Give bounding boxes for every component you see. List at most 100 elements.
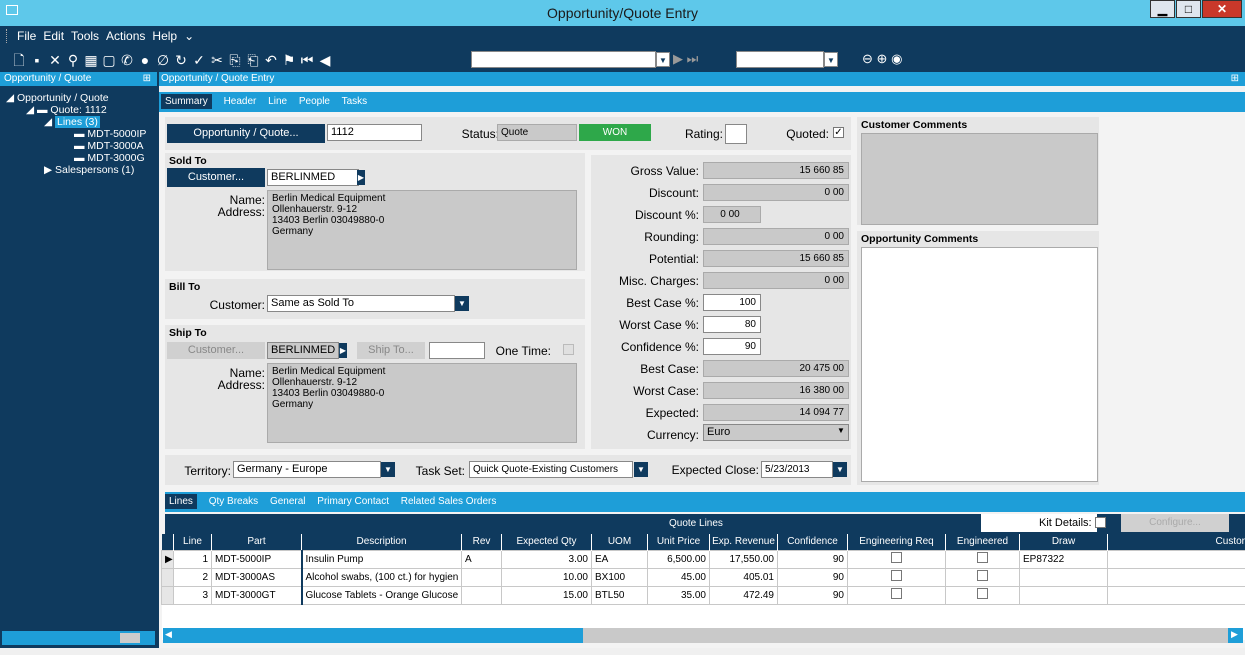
tab-primary-contact[interactable]: Primary Contact [317,496,389,507]
cell-line[interactable]: 3 [173,585,212,605]
kit-details-checkbox[interactable] [1095,517,1106,528]
currency-dropdown[interactable]: ▼ [824,52,838,67]
undo-icon[interactable]: ↶ [262,52,280,69]
minimize-button[interactable]: ▁ [1150,0,1175,18]
col-part[interactable]: Part [211,534,302,550]
sold-to-customer-field[interactable]: BERLINMED [267,169,359,186]
bill-to-dropdown[interactable]: ▼ [455,296,469,311]
currency-select[interactable]: Euro [703,424,849,441]
back-icon[interactable]: ⊖ [862,51,873,66]
tab-header[interactable]: Header [224,96,257,107]
menu-file[interactable]: File [17,29,36,43]
cell-rev[interactable] [461,567,502,587]
col-engineering-req[interactable]: Engineering Req [847,534,946,550]
row-indicator[interactable]: ▶ [161,549,174,569]
tree-line-item[interactable]: ▬ MDT-5000IP [6,128,156,140]
tab-related-sales-orders[interactable]: Related Sales Orders [401,496,497,507]
record-number-field[interactable]: 1112 [471,51,656,68]
tab-summary[interactable]: Summary [161,94,212,109]
ship-to-field[interactable] [429,342,485,359]
last-record-icon[interactable]: ⏭ [687,51,699,66]
cell-description[interactable]: Alcohol swabs, (100 ct.) for hygien [300,567,462,587]
ship-to-customer-button[interactable]: Customer... [167,342,265,359]
cell-customer[interactable] [1107,549,1245,569]
phone-icon[interactable]: ✆ [118,52,136,69]
cell-part[interactable]: MDT-3000GT [211,585,302,605]
row-indicator[interactable] [161,585,174,605]
opportunity-comments-box[interactable] [861,247,1098,482]
expected-close-field[interactable]: 5/23/2013 [761,461,833,478]
task-set-select[interactable]: Quick Quote-Existing Customers [469,461,633,478]
territory-dropdown[interactable]: ▼ [381,462,395,477]
cell-uom[interactable]: EA [591,549,648,569]
cell-customer[interactable] [1107,567,1245,587]
cell-confidence[interactable]: 90 [777,567,848,587]
tab-line[interactable]: Line [268,96,287,107]
bill-to-customer-select[interactable]: Same as Sold To [267,295,455,312]
engineering-req-checkbox[interactable] [847,567,946,587]
record-dropdown[interactable]: ▼ [656,52,670,67]
col-customer[interactable]: Custor [1107,534,1245,550]
menu-actions[interactable]: Actions [106,29,145,43]
prev-record-icon[interactable]: ◀ [316,52,334,69]
value-field[interactable]: 80 [703,316,761,333]
col-engineered[interactable]: Engineered [945,534,1020,550]
customer-comments-box[interactable] [861,133,1098,225]
col-exp-revenue[interactable]: Exp. Revenue [709,534,778,550]
tree-line-item[interactable]: ▬ MDT-3000G [6,152,156,164]
table-row[interactable]: 3 MDT-3000GT Glucose Tablets - Orange Gluc… [161,585,1245,605]
tree-line-item[interactable]: ▬ MDT-3000A [6,140,156,152]
delete-icon[interactable]: ✕ [46,52,64,69]
window-icon[interactable]: ▢ [100,52,118,69]
cell-description[interactable]: Insulin Pump [300,549,462,569]
engineered-checkbox[interactable] [945,549,1020,569]
cell-uom[interactable]: BX100 [591,567,648,587]
new-icon[interactable]: 🗋 [10,50,28,74]
engineered-checkbox[interactable] [945,585,1020,605]
value-field[interactable]: 90 [703,338,761,355]
cell-draw[interactable]: EP87322 [1019,549,1108,569]
engineered-checkbox[interactable] [945,567,1020,587]
tab-general[interactable]: General [270,496,306,507]
configure-button[interactable]: Configure... [1121,514,1229,532]
cell-description[interactable]: Glucose Tablets - Orange Glucose [300,585,462,605]
find-icon[interactable]: ⚑ [280,52,298,69]
tree-salespersons[interactable]: ▶ Salespersons (1) [6,164,156,176]
close-button[interactable]: ✕ [1202,0,1242,18]
col-line[interactable]: Line [173,534,212,550]
cell-unit-price[interactable]: 6,500.00 [647,549,710,569]
tree-root[interactable]: ◢ Opportunity / Quote [6,92,156,104]
quoted-checkbox[interactable]: ✓ [833,127,844,138]
cell-exp-revenue[interactable]: 472.49 [709,585,778,605]
cell-rev[interactable]: A [461,549,502,569]
tree-quote[interactable]: ◢ ▬ Quote: 1112 [6,104,156,116]
cell-draw[interactable] [1019,567,1108,587]
cell-qty[interactable]: 15.00 [501,585,592,605]
menu-help[interactable]: Help [152,29,177,43]
currency-chevron-icon[interactable]: ▼ [837,426,845,435]
forward-icon[interactable]: ⊕ [877,51,888,66]
copy-icon[interactable]: ⎘ [226,52,244,69]
value-field[interactable]: 100 [703,294,761,311]
refresh-icon[interactable]: ↻ [172,52,190,69]
first-record-icon[interactable]: ⏮ [298,52,316,69]
row-indicator[interactable] [161,567,174,587]
home-icon[interactable]: ◉ [891,51,902,66]
binoculars-icon[interactable]: ⚲ [64,52,82,69]
one-time-checkbox[interactable] [563,344,574,355]
ship-to-customer-arrow[interactable]: ▶ [339,343,347,358]
maximize-button[interactable]: □ [1176,0,1201,18]
cell-part[interactable]: MDT-3000AS [211,567,302,587]
cell-unit-price[interactable]: 35.00 [647,585,710,605]
cut-icon[interactable]: ✂ [208,52,226,69]
engineering-req-checkbox[interactable] [847,585,946,605]
col-expected-qty[interactable]: Expected Qty [501,534,592,550]
ship-to-customer-field[interactable]: BERLINMED [267,342,339,359]
opportunity-quote-button[interactable]: Opportunity / Quote... [167,124,325,143]
cell-customer[interactable] [1107,585,1245,605]
attach-icon[interactable]: ∅ [154,52,172,69]
cell-exp-revenue[interactable]: 405.01 [709,567,778,587]
grid-hscrollbar[interactable]: ◀ ▶ [163,628,1243,643]
cell-draw[interactable] [1019,585,1108,605]
rating-field[interactable] [725,124,747,144]
